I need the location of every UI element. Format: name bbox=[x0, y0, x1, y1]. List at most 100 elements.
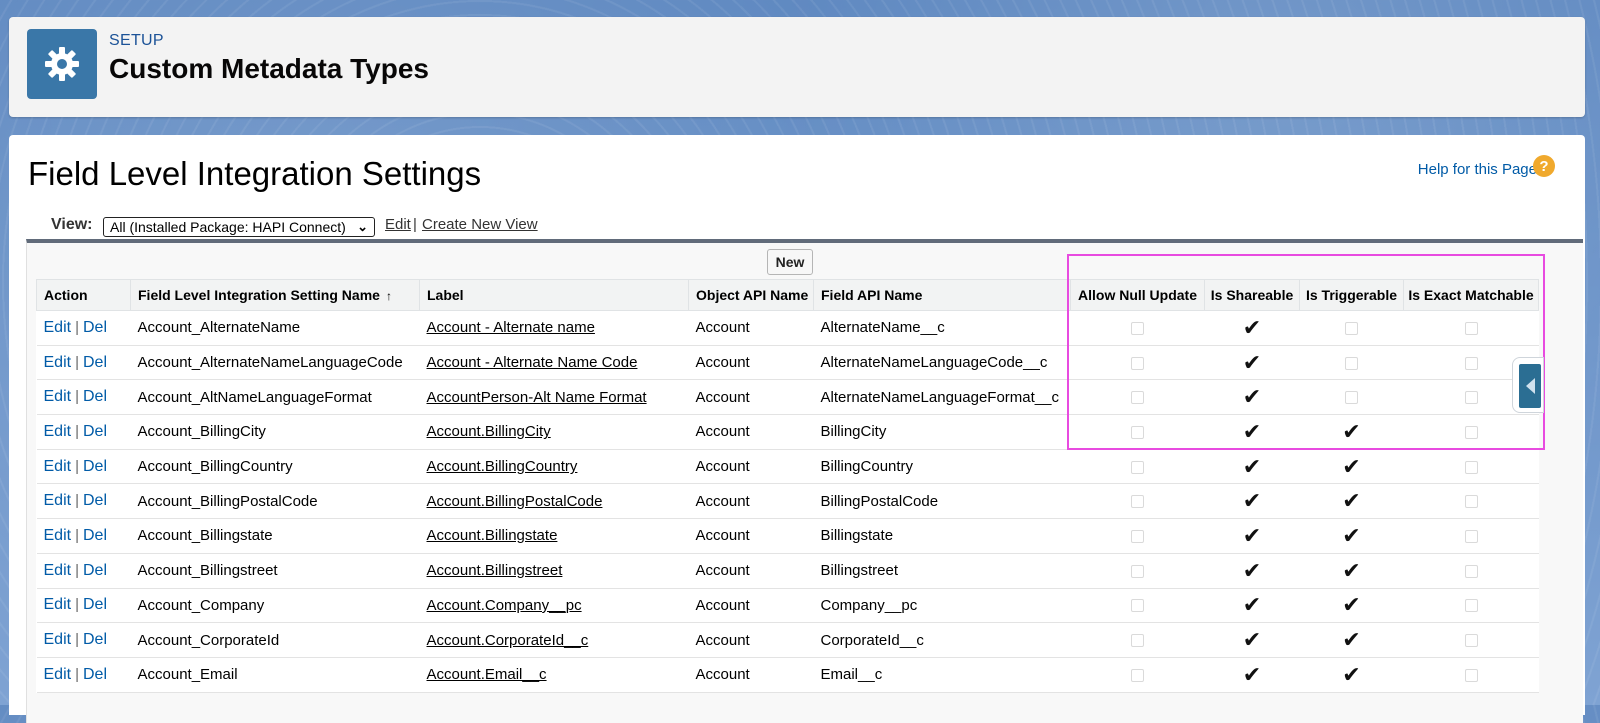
del-link[interactable]: Del bbox=[83, 354, 107, 371]
checkbox-empty-icon bbox=[1464, 564, 1478, 578]
edit-link[interactable]: Edit bbox=[44, 596, 72, 613]
triggerable-unchecked bbox=[1299, 379, 1404, 416]
side-panel-toggle[interactable] bbox=[1512, 357, 1544, 413]
create-new-view-link[interactable]: Create New View bbox=[422, 216, 538, 233]
label-link[interactable]: Account.CorporateId__c bbox=[427, 632, 589, 649]
column-header-name[interactable]: Field Level Integration Setting Name ↑ bbox=[130, 279, 420, 311]
label-link[interactable]: Account - Alternate name bbox=[427, 319, 595, 336]
del-link[interactable]: Del bbox=[83, 562, 107, 579]
row-actions: Edit | Del bbox=[36, 657, 131, 693]
column-header-triggerable[interactable]: Is Triggerable bbox=[1299, 279, 1404, 311]
view-select[interactable]: All (Installed Package: HAPI Connect) ⌄ bbox=[103, 217, 375, 237]
label-cell: Account.CorporateId__c bbox=[419, 622, 689, 658]
del-link[interactable]: Del bbox=[83, 666, 107, 683]
setting-name: Account_Company bbox=[130, 588, 420, 624]
object-api-name: Account bbox=[688, 483, 814, 520]
column-header-label[interactable]: Label bbox=[419, 279, 689, 311]
exact-unchecked bbox=[1403, 588, 1539, 624]
column-header-shareable[interactable]: Is Shareable bbox=[1204, 279, 1300, 311]
del-link[interactable]: Del bbox=[83, 527, 107, 544]
object-api-name: Account bbox=[688, 518, 814, 554]
object-api-name: Account bbox=[688, 414, 814, 450]
edit-link[interactable]: Edit bbox=[44, 388, 72, 405]
checkbox-empty-icon bbox=[1131, 495, 1144, 509]
del-link[interactable]: Del bbox=[83, 458, 107, 475]
edit-link[interactable]: Edit bbox=[44, 319, 72, 336]
checkbox-empty-icon bbox=[1131, 564, 1144, 578]
label-link[interactable]: AccountPerson-Alt Name Format bbox=[427, 389, 647, 406]
object-api-name: Account bbox=[688, 310, 814, 346]
help-icon[interactable]: ? bbox=[1533, 155, 1555, 177]
edit-link[interactable]: Edit bbox=[44, 354, 72, 371]
setting-name: Account_Billingstate bbox=[130, 518, 420, 554]
checkbox-empty-icon bbox=[1345, 356, 1358, 370]
checkbox-empty-icon bbox=[1464, 391, 1478, 405]
edit-link[interactable]: Edit bbox=[44, 423, 72, 440]
column-header-field[interactable]: Field API Name bbox=[813, 279, 1071, 311]
triggerable-checked: ✔ bbox=[1299, 483, 1404, 520]
label-link[interactable]: Account.Billingstreet bbox=[427, 562, 563, 579]
view-edit-link[interactable]: Edit bbox=[385, 216, 411, 233]
setting-name: Account_BillingPostalCode bbox=[130, 483, 420, 520]
triggerable-unchecked bbox=[1299, 310, 1404, 346]
row-actions: Edit | Del bbox=[36, 518, 131, 554]
table-header-row: Action Field Level Integration Setting N… bbox=[36, 279, 1539, 311]
setting-name: Account_CorporateId bbox=[130, 622, 420, 658]
shareable-checked: ✔ bbox=[1204, 518, 1300, 554]
table-row: Edit | Del Account_Company Account.Company__… bbox=[36, 588, 1539, 624]
action-separator: | bbox=[75, 318, 79, 336]
field-api-name: AlternateName__c bbox=[813, 310, 1071, 346]
label-link[interactable]: Account.BillingCity bbox=[427, 423, 551, 440]
exact-unchecked bbox=[1403, 414, 1539, 450]
edit-link[interactable]: Edit bbox=[44, 458, 72, 475]
table-row: Edit | Del Account_AltNameLanguageFormat Acc… bbox=[36, 379, 1539, 416]
edit-link[interactable]: Edit bbox=[44, 492, 72, 509]
label-cell: Account.Company__pc bbox=[419, 588, 689, 624]
action-separator: | bbox=[75, 665, 79, 683]
label-cell: Account.Email__c bbox=[419, 657, 689, 693]
edit-link[interactable]: Edit bbox=[44, 666, 72, 683]
del-link[interactable]: Del bbox=[83, 423, 107, 440]
new-button[interactable]: New bbox=[767, 249, 813, 275]
label-link[interactable]: Account.Billingstate bbox=[427, 527, 558, 544]
label-link[interactable]: Account.Company__pc bbox=[427, 597, 582, 614]
label-link[interactable]: Account.BillingPostalCode bbox=[427, 493, 603, 510]
label-link[interactable]: Account.Email__c bbox=[427, 666, 547, 683]
edit-link[interactable]: Edit bbox=[44, 631, 72, 648]
column-header-action: Action bbox=[36, 279, 131, 311]
exact-unchecked bbox=[1403, 518, 1539, 554]
row-actions: Edit | Del bbox=[36, 449, 131, 485]
column-header-null-update[interactable]: Allow Null Update bbox=[1070, 279, 1205, 311]
checkmark-icon: ✔ bbox=[1242, 349, 1262, 375]
table-row: Edit | Del Account_AlternateNameLanguageCod… bbox=[36, 345, 1539, 381]
del-link[interactable]: Del bbox=[83, 631, 107, 648]
column-header-exact[interactable]: Is Exact Matchable bbox=[1403, 279, 1539, 311]
breadcrumb-setup[interactable]: SETUP bbox=[109, 32, 164, 50]
del-link[interactable]: Del bbox=[83, 388, 107, 405]
checkmark-icon: ✔ bbox=[1342, 592, 1361, 618]
label-cell: AccountPerson-Alt Name Format bbox=[419, 379, 689, 416]
checkbox-empty-icon bbox=[1131, 530, 1144, 543]
label-link[interactable]: Account - Alternate Name Code bbox=[427, 354, 638, 371]
setting-name: Account_BillingCity bbox=[130, 414, 420, 450]
null_update-unchecked bbox=[1070, 588, 1205, 624]
del-link[interactable]: Del bbox=[83, 319, 107, 336]
del-link[interactable]: Del bbox=[83, 492, 107, 509]
field-api-name: BillingPostalCode bbox=[813, 483, 1071, 520]
triggerable-checked: ✔ bbox=[1299, 518, 1404, 554]
edit-link[interactable]: Edit bbox=[44, 527, 72, 544]
checkmark-icon: ✔ bbox=[1242, 488, 1262, 514]
object-api-name: Account bbox=[688, 588, 814, 624]
checkbox-empty-icon bbox=[1131, 356, 1144, 370]
row-actions: Edit | Del bbox=[36, 414, 131, 450]
table-row: Edit | Del Account_BillingCountry Account.Bi… bbox=[36, 449, 1539, 485]
field-api-name: AlternateNameLanguageFormat__c bbox=[813, 379, 1071, 416]
del-link[interactable]: Del bbox=[83, 596, 107, 613]
checkmark-icon: ✔ bbox=[1342, 557, 1361, 583]
exact-unchecked bbox=[1403, 622, 1539, 658]
label-link[interactable]: Account.BillingCountry bbox=[427, 458, 578, 475]
help-link[interactable]: Help for this Page bbox=[1418, 161, 1537, 178]
edit-link[interactable]: Edit bbox=[44, 562, 72, 579]
records-table: Action Field Level Integration Setting N… bbox=[36, 279, 1539, 693]
column-header-object[interactable]: Object API Name bbox=[688, 279, 814, 311]
